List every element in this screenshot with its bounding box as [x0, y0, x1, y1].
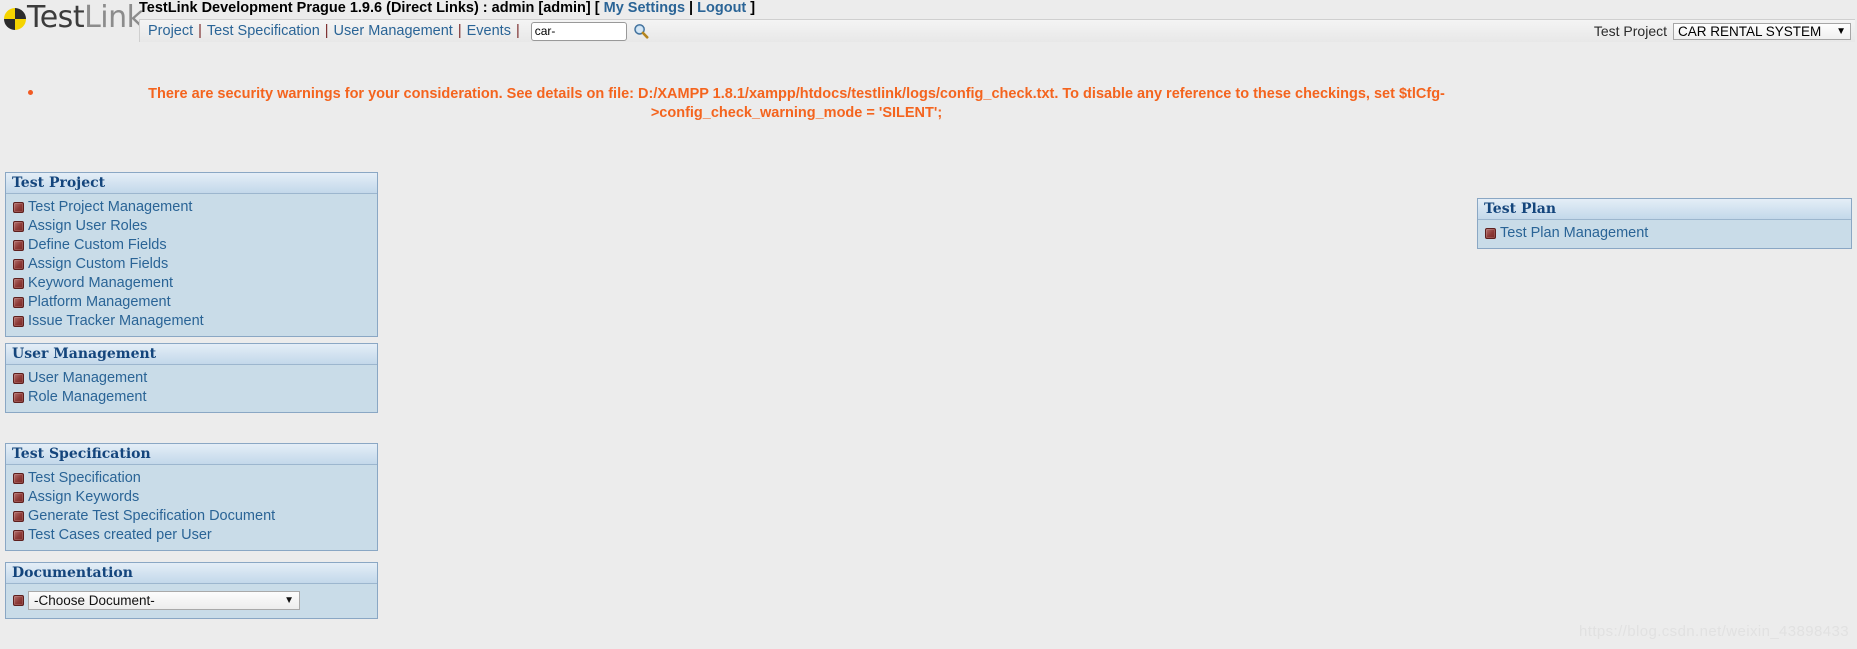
- security-warning-text: There are security warnings for your con…: [148, 86, 1445, 121]
- nav-item-events[interactable]: Events: [467, 23, 511, 39]
- panel-body-documentation: -Choose Document- ▼: [6, 584, 377, 618]
- nav-separator: |: [198, 23, 202, 39]
- documentation-chooser-row: -Choose Document- ▼: [6, 588, 377, 613]
- square-bullet-icon: [13, 511, 24, 522]
- menu-item-test-cases-created-per-user[interactable]: Test Cases created per User: [6, 526, 377, 545]
- panel-body-test-plan: Test Plan Management: [1478, 220, 1851, 248]
- chevron-down-icon: ▼: [284, 595, 294, 606]
- header-title-prefix: TestLink Development Prague 1.9.6 (Direc…: [139, 0, 604, 16]
- square-bullet-icon: [13, 492, 24, 503]
- search-icon[interactable]: [633, 23, 649, 39]
- nav-item-project[interactable]: Project: [148, 23, 193, 39]
- nav-links: Project | Test Specification | User Mana…: [140, 21, 649, 41]
- testlink-logo[interactable]: TestLink: [4, 0, 144, 35]
- project-selector-dropdown[interactable]: CAR RENTAL SYSTEM ▼: [1673, 22, 1851, 40]
- search-area: [530, 21, 649, 41]
- menu-link[interactable]: Test Plan Management: [1500, 224, 1648, 243]
- logout-link[interactable]: Logout: [697, 0, 746, 16]
- menu-link[interactable]: Keyword Management: [28, 274, 173, 293]
- header-title-separator: |: [685, 0, 698, 16]
- menu-link[interactable]: Platform Management: [28, 293, 171, 312]
- choose-document-dropdown[interactable]: -Choose Document- ▼: [28, 591, 300, 610]
- security-warning-area: There are security warnings for your con…: [0, 76, 1857, 123]
- nav-separator: |: [324, 23, 329, 39]
- square-bullet-icon: [13, 259, 24, 270]
- chevron-down-icon: ▼: [1836, 25, 1846, 37]
- panel-user-management: User Management User Management Role Man…: [5, 343, 378, 413]
- square-bullet-icon: [13, 392, 24, 403]
- menu-item-generate-test-specification-document[interactable]: Generate Test Specification Document: [6, 507, 377, 526]
- panel-title-user-management: User Management: [6, 344, 377, 365]
- page-header: TestLink TestLink Development Prague 1.9…: [0, 0, 1857, 48]
- panel-title-test-plan: Test Plan: [1478, 199, 1851, 220]
- logo-wordmark: TestLink: [27, 0, 144, 35]
- square-bullet-icon: [13, 316, 24, 327]
- menu-link[interactable]: Define Custom Fields: [28, 236, 167, 255]
- menu-item-test-project-management[interactable]: Test Project Management: [6, 198, 377, 217]
- menu-item-test-plan-management[interactable]: Test Plan Management: [1478, 224, 1851, 243]
- menu-item-test-specification[interactable]: Test Specification: [6, 469, 377, 488]
- panel-test-plan: Test Plan Test Plan Management: [1477, 198, 1852, 249]
- square-bullet-icon: [13, 278, 24, 289]
- project-selector-area: Test Project CAR RENTAL SYSTEM ▼: [1593, 22, 1855, 40]
- menu-item-user-management[interactable]: User Management: [6, 369, 377, 388]
- menu-link[interactable]: Assign Keywords: [28, 488, 139, 507]
- menu-link[interactable]: Issue Tracker Management: [28, 312, 204, 331]
- nav-separator: |: [515, 23, 520, 39]
- panel-title-documentation: Documentation: [6, 563, 377, 584]
- square-bullet-icon: [13, 297, 24, 308]
- square-bullet-icon: [13, 240, 24, 251]
- logo-text-part1: Test: [27, 0, 85, 35]
- panel-test-project: Test Project Test Project Management Ass…: [5, 172, 378, 337]
- logo-text-part2: Link: [84, 0, 144, 35]
- choose-document-value: -Choose Document-: [34, 593, 155, 608]
- menu-link[interactable]: User Management: [28, 369, 147, 388]
- warning-list-item: There are security warnings for your con…: [0, 76, 1857, 123]
- menu-item-assign-user-roles[interactable]: Assign User Roles: [6, 217, 377, 236]
- menu-link[interactable]: Test Cases created per User: [28, 526, 212, 545]
- nav-separator: |: [457, 23, 462, 39]
- bullet-icon: [28, 90, 33, 95]
- project-selector-value: CAR RENTAL SYSTEM: [1678, 23, 1822, 39]
- panel-title-test-project: Test Project: [6, 173, 377, 194]
- nav-item-user-management[interactable]: User Management: [334, 23, 453, 39]
- menu-link[interactable]: Assign Custom Fields: [28, 255, 168, 274]
- header-title: TestLink Development Prague 1.9.6 (Direc…: [139, 0, 755, 16]
- square-bullet-icon: [13, 595, 24, 606]
- nav-item-test-specification[interactable]: Test Specification: [207, 23, 320, 39]
- header-title-suffix: ]: [746, 0, 756, 16]
- panel-body-test-project: Test Project Management Assign User Role…: [6, 194, 377, 336]
- menu-item-keyword-management[interactable]: Keyword Management: [6, 274, 377, 293]
- panel-body-test-specification: Test Specification Assign Keywords Gener…: [6, 465, 377, 550]
- menu-item-role-management[interactable]: Role Management: [6, 388, 377, 407]
- testlink-pie-logo-icon: [4, 8, 26, 30]
- menu-link[interactable]: Test Project Management: [28, 198, 192, 217]
- square-bullet-icon: [13, 530, 24, 541]
- menu-item-platform-management[interactable]: Platform Management: [6, 293, 377, 312]
- square-bullet-icon: [13, 373, 24, 384]
- menu-link[interactable]: Test Specification: [28, 469, 141, 488]
- project-selector-label: Test Project: [1593, 23, 1667, 39]
- my-settings-link[interactable]: My Settings: [604, 0, 685, 16]
- menu-link[interactable]: Assign User Roles: [28, 217, 147, 236]
- main-navbar: Project | Test Specification | User Mana…: [139, 19, 1855, 42]
- square-bullet-icon: [13, 221, 24, 232]
- menu-item-assign-custom-fields[interactable]: Assign Custom Fields: [6, 255, 377, 274]
- panel-title-test-specification: Test Specification: [6, 444, 377, 465]
- panel-body-user-management: User Management Role Management: [6, 365, 377, 412]
- square-bullet-icon: [13, 473, 24, 484]
- menu-link[interactable]: Generate Test Specification Document: [28, 507, 275, 526]
- square-bullet-icon: [13, 202, 24, 213]
- menu-item-define-custom-fields[interactable]: Define Custom Fields: [6, 236, 377, 255]
- panel-test-specification: Test Specification Test Specification As…: [5, 443, 378, 551]
- menu-item-issue-tracker-management[interactable]: Issue Tracker Management: [6, 312, 377, 331]
- square-bullet-icon: [1485, 228, 1496, 239]
- panel-documentation: Documentation -Choose Document- ▼: [5, 562, 378, 619]
- watermark-text: https://blog.csdn.net/weixin_43898433: [1579, 623, 1849, 640]
- search-input[interactable]: [530, 21, 627, 41]
- menu-link[interactable]: Role Management: [28, 388, 147, 407]
- menu-item-assign-keywords[interactable]: Assign Keywords: [6, 488, 377, 507]
- warning-list: There are security warnings for your con…: [0, 76, 1857, 123]
